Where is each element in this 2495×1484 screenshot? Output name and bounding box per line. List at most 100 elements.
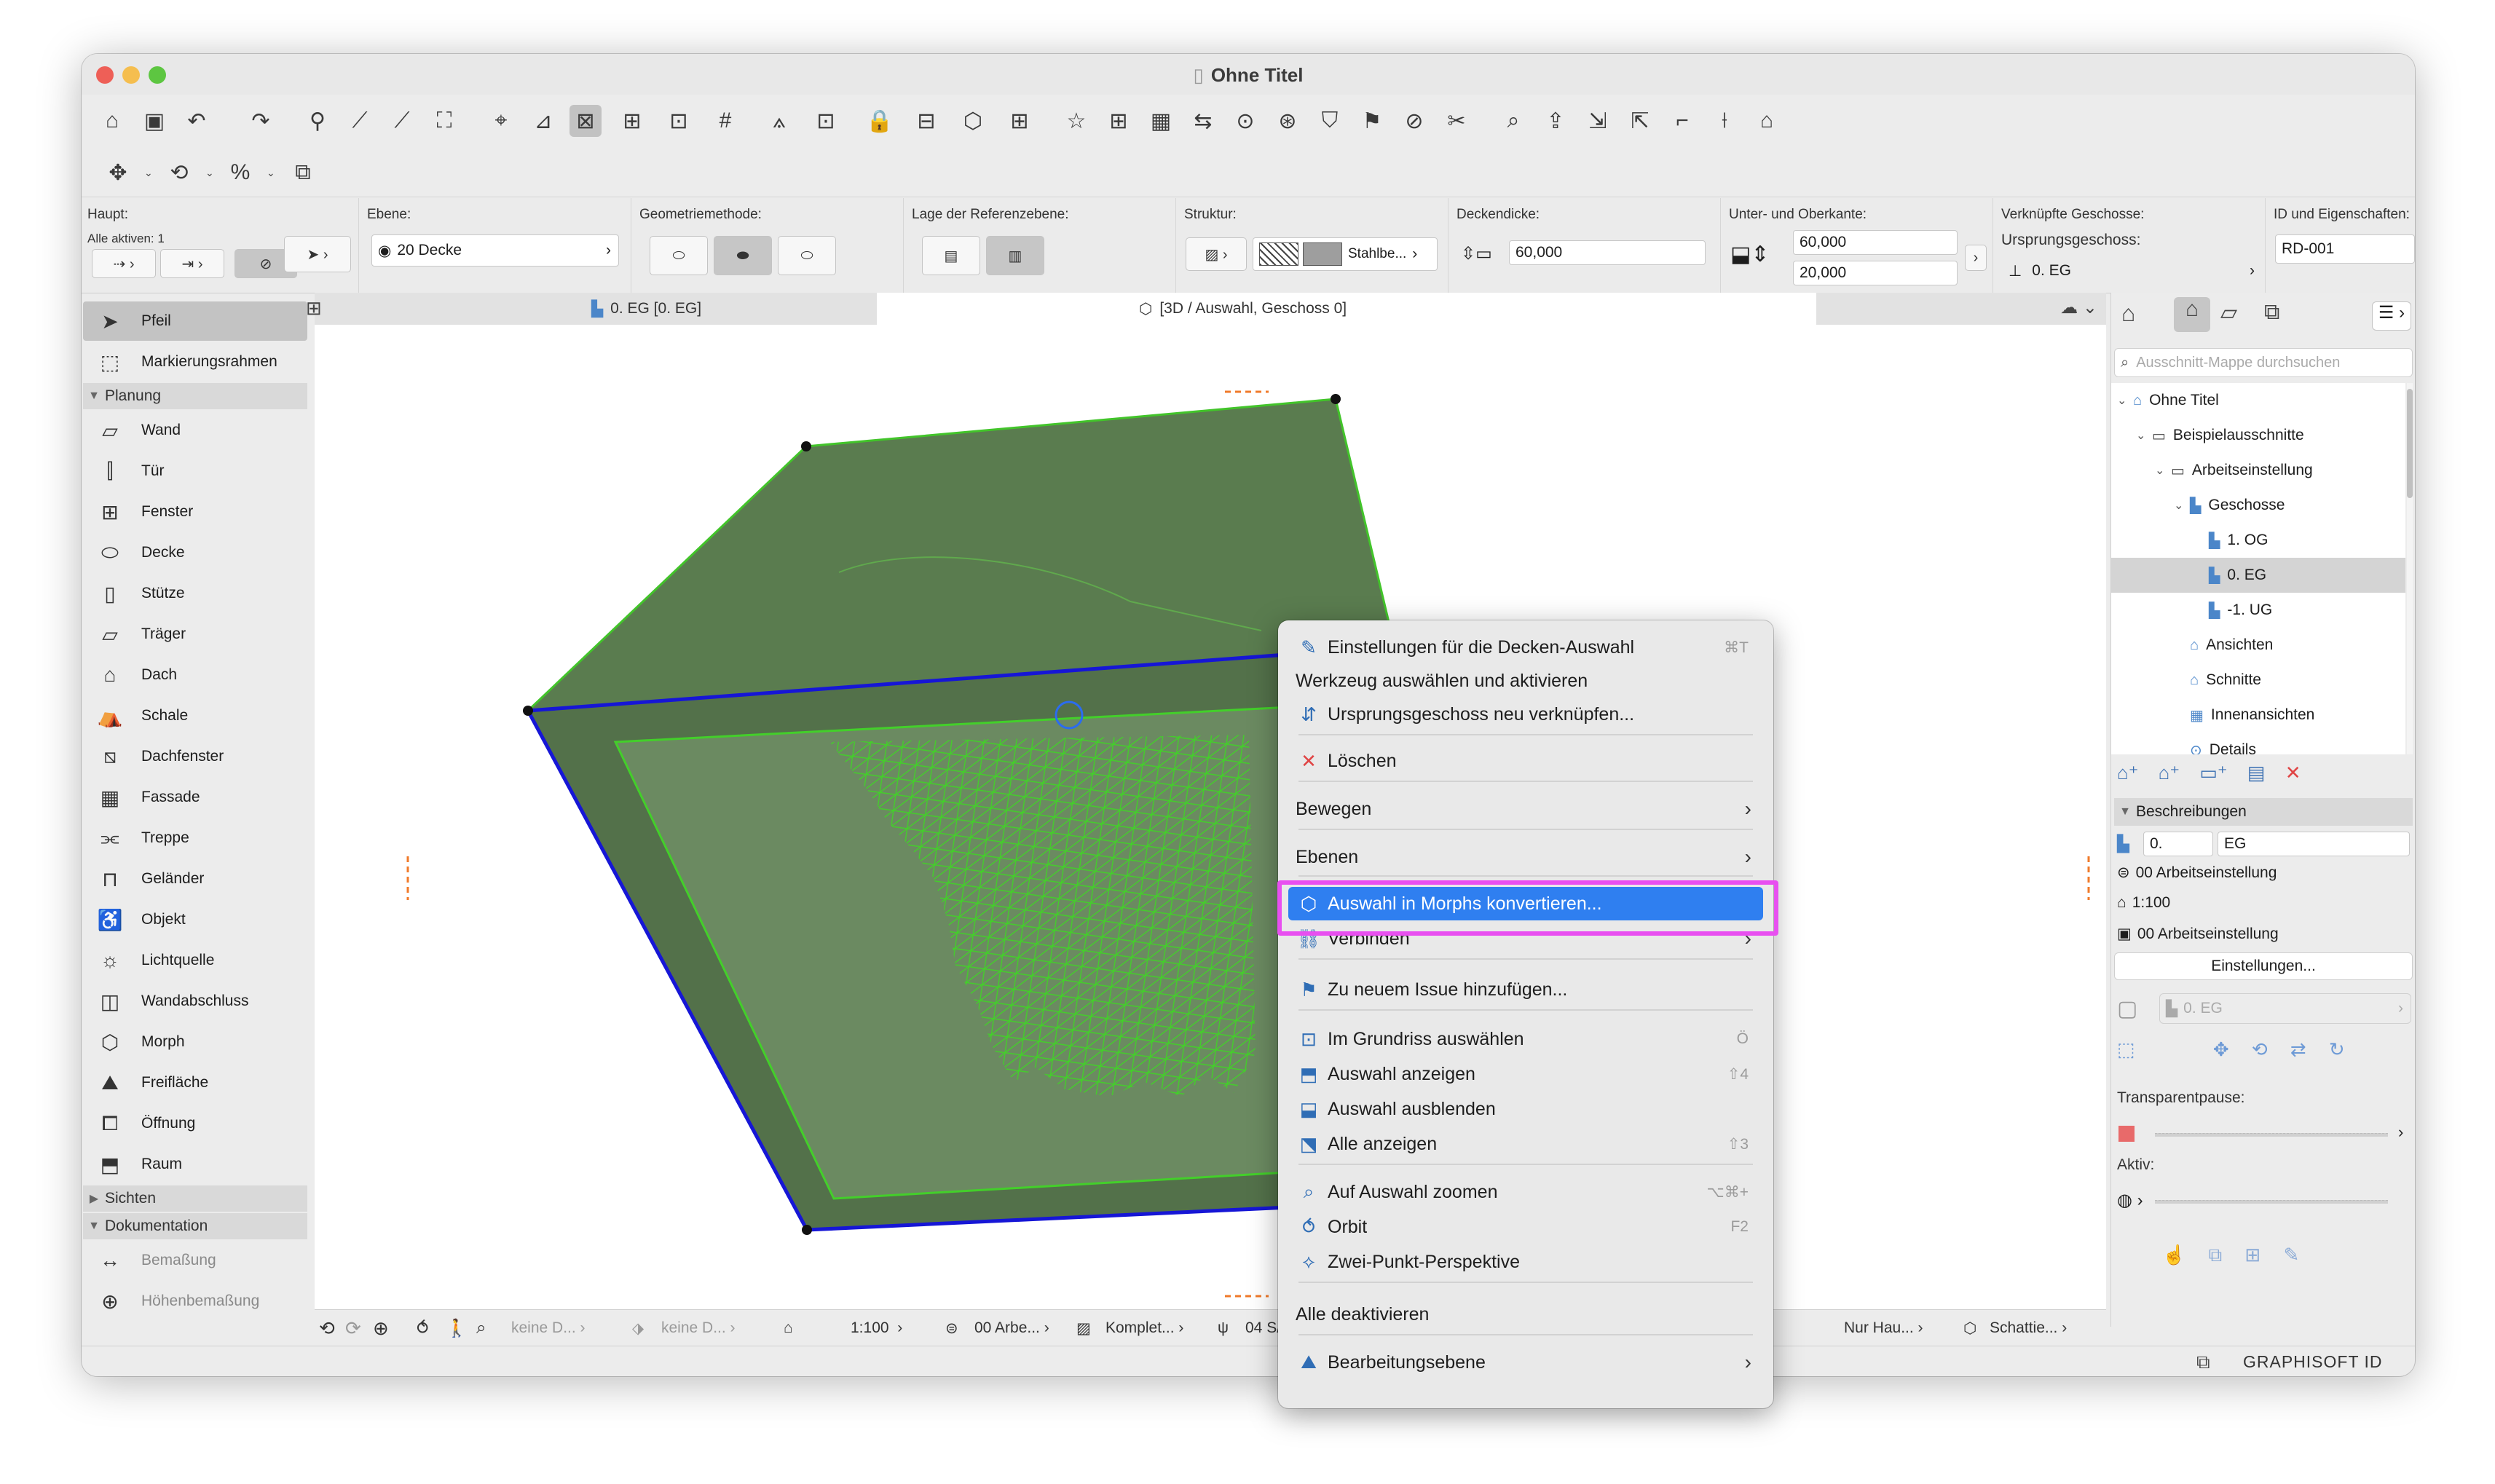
3d-model-canvas[interactable] [315,325,2106,1327]
view-name-input[interactable]: EG [2218,832,2410,856]
mark-up-icon[interactable]: ⊙ [1229,105,1261,137]
reference-bottom-button[interactable]: ▥ [986,236,1044,275]
delete-view-icon[interactable]: ✕ [2285,762,2301,784]
guide-lines-icon[interactable]: ⊞ [616,105,648,137]
chevron-down-icon[interactable]: ⌄ [267,167,275,179]
color-wheel-icon[interactable]: ◍ › [2117,1190,2143,1211]
grid-snap-icon[interactable]: ⊠ [569,105,602,137]
chevron-down-icon[interactable]: ⌄ [144,167,153,179]
tab-overview-icon[interactable]: ⊞ [306,297,335,320]
layout-book-icon[interactable]: ▱ [2220,300,2237,325]
offset-icon[interactable]: ⇱ [1624,105,1656,137]
chevron-down-icon[interactable]: ⌄ [2155,463,2171,478]
save-icon[interactable]: ▣ [138,105,170,137]
menu-item[interactable]: ⚑ Zu neuem Issue hinzufügen... [1288,973,1763,1006]
descriptions-header[interactable]: ▼ Beschreibungen [2114,798,2413,826]
trace-icon[interactable]: ⇆ [1187,105,1219,137]
layer-combo-select[interactable]: 00 Arbe... › [974,1310,1049,1346]
inject-parameters-icon[interactable]: ⟋ [386,105,418,137]
layer-select[interactable]: ◉ 20 Decke › [371,234,619,267]
clone-view-icon[interactable]: ⌂⁺ [2159,762,2180,784]
selection-filter-button[interactable]: ⇢ › [92,249,156,278]
publisher-icon[interactable]: ⧉ [2264,300,2279,325]
stretch-icon[interactable]: ⇲ [1582,105,1614,137]
drag-icon[interactable]: ✥ [102,157,134,189]
zoom-in-icon[interactable]: ⊕ [373,1310,389,1346]
trace-reference-select[interactable]: ▙ 0. EG › [2159,993,2411,1024]
menu-item[interactable]: ⬒ Auswahl anzeigen ⇧4 [1288,1057,1763,1091]
undo-icon[interactable]: ↶ [181,105,213,137]
tool-dimension[interactable]: ↔ Bemaßung [83,1241,307,1280]
layers-icon[interactable]: ⊟ [910,105,942,137]
new-view-icon[interactable]: ⌂⁺ [2117,762,2138,784]
tree-item[interactable]: ▙ 0. EG [2111,558,2405,593]
menu-item[interactable]: ✕ Löschen [1288,744,1763,778]
element-ids-icon[interactable]: ⛉ [1314,105,1346,137]
tool-roof[interactable]: ⌂ Dach [83,655,307,695]
tool-opening[interactable]: ⧠ Öffnung [83,1104,307,1143]
orbit-redo-icon[interactable]: ⟳ [345,1310,361,1346]
reference-top-button[interactable]: ▤ [922,236,980,275]
issues-icon[interactable]: ⊛ [1272,105,1304,137]
tool-arrow[interactable]: ➤ Pfeil [83,301,307,341]
transparency-slider[interactable] [2155,1133,2388,1137]
id-input[interactable]: RD-001 [2275,234,2415,264]
geometry-basic-button[interactable]: ⬭ [650,236,708,275]
tool-mesh[interactable]: ⛰ Freifläche [83,1063,307,1102]
favorites-icon[interactable]: ☆ [1060,105,1092,137]
tree-item[interactable]: ⌄ ⌂ Ohne Titel [2111,383,2405,418]
view-map-search[interactable]: ⌕ Ausschnitt-Mappe durchsuchen [2114,348,2413,377]
tree-item[interactable]: ⌂ Schnitte [2111,663,2405,698]
toolbox-group-header[interactable]: ▶ Sichten [83,1185,307,1212]
partial-structure-select[interactable]: keine D... › [661,1310,736,1346]
solid-ops-icon[interactable]: ⊘ [1398,105,1430,137]
toolbox-group-header[interactable]: ▼ Dokumentation [83,1213,307,1239]
percent-icon[interactable]: % [224,157,256,189]
tree-item[interactable]: ⌄ ▭ Arbeitseinstellung [2111,453,2405,488]
reset-icon[interactable]: ↻ [2329,1038,2345,1060]
graphisoft-id-button[interactable]: GRAPHISOFT ID [2243,1352,2383,1372]
trace-color-swatch[interactable] [2118,1126,2135,1142]
redo-icon[interactable]: ↷ [245,105,277,137]
zoom-selection-icon[interactable]: ⌕ [476,1310,486,1346]
roof-icon[interactable]: ⌂ [1751,105,1783,137]
menu-item[interactable]: ⛰ Bearbeitungsebene › [1288,1346,1763,1379]
tool-object[interactable]: ♿ Objekt [83,900,307,939]
tool-shell[interactable]: ⛺ Schale [83,696,307,735]
snap-guides-icon[interactable]: ⊡ [663,105,695,137]
geometry-custom-button[interactable]: ⬬ [714,236,772,275]
menu-item[interactable]: ⊡ Im Grundriss auswählen Ö [1288,1022,1763,1056]
tree-item[interactable]: ▙ 1. OG [2111,523,2405,558]
find-select-icon[interactable]: ⚲ [301,105,334,137]
renovation-select[interactable]: Nur Hau... › [1844,1310,1923,1346]
chevron-down-icon[interactable]: ⌄ [205,167,214,179]
rotate-icon[interactable]: ⟲ [163,157,195,189]
menu-item[interactable]: ✎ Einstellungen für die Decken-Auswahl ⌘T [1288,631,1763,664]
menu-item[interactable]: ⇵ Ursprungsgeschoss neu verknüpfen... [1288,698,1763,731]
cursor-snap-icon[interactable]: ⌖ [485,105,517,137]
tree-item[interactable]: ⌂ Ansichten [2111,628,2405,663]
view-id-input[interactable]: 0. [2143,832,2213,856]
tool-door[interactable]: ⫿ Tür [83,451,307,491]
tool-level-dimension[interactable]: ⊕ Höhenbemaßung [83,1282,307,1321]
move-trace-icon[interactable]: ✥ [2213,1038,2229,1060]
marquee-icon[interactable]: ⊡ [810,105,842,137]
3d-viewport[interactable] [315,325,2106,1327]
chevron-down-icon[interactable]: ⌄ [2136,428,2152,443]
trace-reference-icon[interactable]: ▢ [2117,996,2137,1022]
menu-item[interactable]: ⬔ Alle anzeigen ⇧3 [1288,1127,1763,1161]
tool-railing[interactable]: ⊓ Geländer [83,859,307,899]
tool-curtain-wall[interactable]: ▦ Fassade [83,778,307,817]
magic-wand-icon[interactable]: ⛶ [428,105,460,137]
properties-icon[interactable]: ▤ [2247,762,2266,784]
tree-scrollbar[interactable] [2407,383,2413,754]
menu-item[interactable]: ⥀ Orbit F2 [1288,1210,1763,1244]
tool-stair[interactable]: ⫘ Treppe [83,818,307,858]
tree-item[interactable]: ⌄ ▙ Geschosse [2111,488,2405,523]
tree-item[interactable]: ▦ Innenansichten [2111,698,2405,733]
shading-select[interactable]: Schattie... › [1990,1310,2067,1346]
model-filter-icon[interactable]: ⊞ [1004,105,1036,137]
hand-icon[interactable]: ☝ [2162,1244,2185,1266]
marquee-filter-button[interactable]: ⇥ › [160,249,224,278]
menu-item[interactable]: ⌕ Auf Auswahl zoomen ⌥⌘+ [1288,1175,1763,1209]
